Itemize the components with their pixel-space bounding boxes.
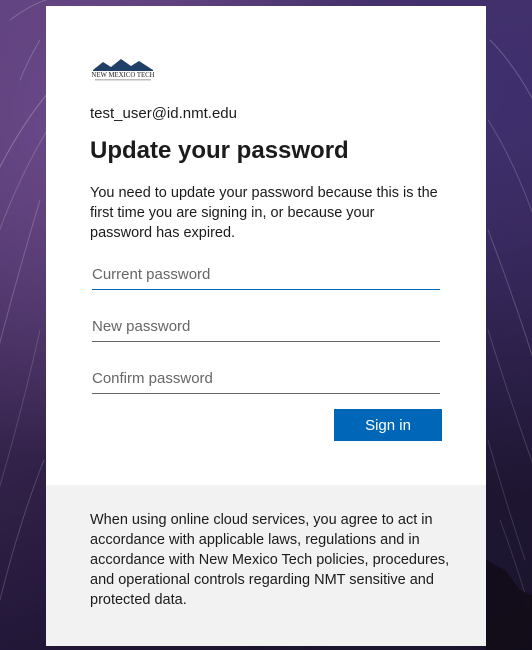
logo-wordmark: NEW MEXICO TECH [91, 72, 154, 79]
confirm-password-field[interactable] [92, 364, 440, 394]
page-description: You need to update your password because… [90, 185, 438, 241]
mountain-logo-icon: NEW MEXICO TECH [91, 59, 155, 81]
account-email: test_user@id.nmt.edu [90, 105, 237, 122]
current-password-field[interactable] [92, 260, 440, 290]
new-mexico-tech-logo: NEW MEXICO TECH [91, 58, 155, 84]
footer-notice: When using online cloud services, you ag… [90, 512, 450, 608]
signin-card: NEW MEXICO TECH test_user@id.nmt.edu Upd… [46, 6, 486, 646]
footer-panel: When using online cloud services, you ag… [46, 485, 486, 646]
page-title: Update your password [90, 137, 349, 164]
sign-in-button[interactable]: Sign in [334, 409, 442, 441]
new-password-field[interactable] [92, 312, 440, 342]
